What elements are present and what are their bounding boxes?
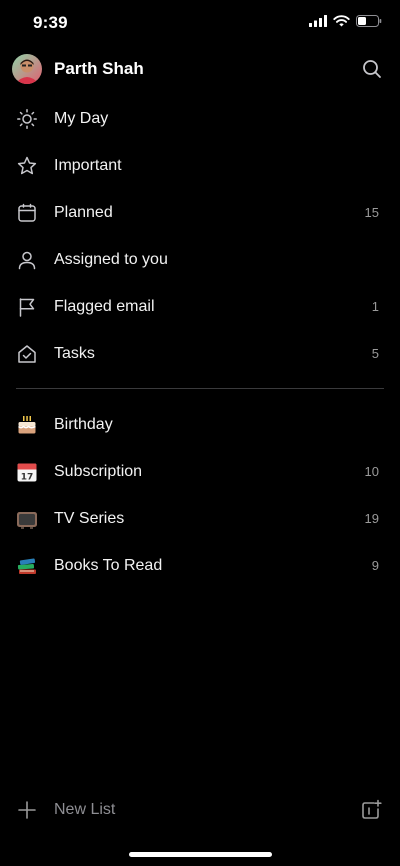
list-item-count: 15 xyxy=(364,205,379,220)
list-item-subscription[interactable]: 17 Subscription 10 xyxy=(0,448,400,495)
list-item-count: 9 xyxy=(371,558,379,573)
person-icon xyxy=(16,249,38,271)
list-item-books-to-read[interactable]: Books To Read 9 xyxy=(0,542,400,589)
list-item-important[interactable]: Important xyxy=(0,142,400,189)
list-item-planned[interactable]: Planned 15 xyxy=(0,189,400,236)
new-group-icon[interactable] xyxy=(360,799,382,821)
footer: New List xyxy=(0,790,400,830)
television-icon xyxy=(16,508,38,530)
home-indicator xyxy=(129,852,272,857)
list-item-count: 5 xyxy=(371,346,379,361)
profile-name[interactable]: Parth Shah xyxy=(54,59,144,79)
birthday-cake-icon xyxy=(16,414,38,436)
list-item-assigned[interactable]: Assigned to you xyxy=(0,236,400,283)
cellular-signal-icon xyxy=(309,14,327,32)
list-item-flagged-email[interactable]: Flagged email 1 xyxy=(0,283,400,330)
list-item-label: Important xyxy=(54,156,122,174)
header: Parth Shah xyxy=(0,50,400,90)
list-item-label: TV Series xyxy=(54,509,125,527)
list-item-label: Birthday xyxy=(54,415,113,433)
list-item-label: Subscription xyxy=(54,462,143,480)
list-item-tv-series[interactable]: TV Series 19 xyxy=(0,495,400,542)
wifi-icon xyxy=(333,14,350,32)
status-time: 9:39 xyxy=(33,13,68,32)
list-item-count: 19 xyxy=(364,511,379,526)
search-icon[interactable] xyxy=(360,57,384,81)
status-icons xyxy=(309,14,382,32)
list-item-label: Assigned to you xyxy=(54,250,168,268)
avatar[interactable] xyxy=(12,54,42,84)
list-item-label: Planned xyxy=(54,203,113,221)
custom-lists: Birthday 17 Subscription 10 TV Series 19 xyxy=(0,401,400,589)
list-item-my-day[interactable]: My Day xyxy=(0,95,400,142)
list-item-label: Flagged email xyxy=(54,297,155,315)
list-item-count: 1 xyxy=(371,299,379,314)
list-item-label: My Day xyxy=(54,109,109,127)
svg-text:17: 17 xyxy=(21,472,34,482)
flag-icon xyxy=(16,296,38,318)
divider xyxy=(16,388,384,389)
plus-icon[interactable] xyxy=(16,799,38,821)
sun-icon xyxy=(16,108,38,130)
calendar-icon xyxy=(16,202,38,224)
home-check-icon xyxy=(16,343,38,365)
list-item-label: Books To Read xyxy=(54,556,163,574)
calendar-17-icon: 17 xyxy=(16,461,38,483)
books-icon xyxy=(16,555,38,577)
list-item-birthday[interactable]: Birthday xyxy=(0,401,400,448)
star-icon xyxy=(16,155,38,177)
status-bar: 9:39 xyxy=(0,0,400,46)
new-list-button[interactable]: New List xyxy=(54,801,115,819)
list-item-label: Tasks xyxy=(54,344,95,362)
list-item-count: 10 xyxy=(364,464,379,479)
smart-lists: My Day Important Planned 15 Assigned to … xyxy=(0,95,400,377)
list-item-tasks[interactable]: Tasks 5 xyxy=(0,330,400,377)
battery-icon xyxy=(356,14,382,32)
